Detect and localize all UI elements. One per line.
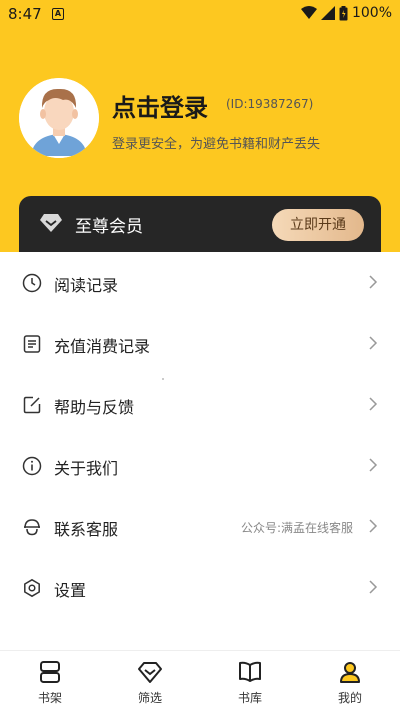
menu-item-reading-history[interactable]: 阅读记录: [0, 252, 400, 313]
wifi-icon: [300, 6, 317, 19]
stray-dot: [162, 378, 164, 380]
diamond-icon: [40, 214, 62, 232]
menu-item-label: 充值消费记录: [54, 337, 151, 356]
diamond-icon: [138, 662, 162, 683]
battery-icon: [339, 5, 348, 20]
vip-card[interactable]: 至尊会员 立即开通: [19, 196, 381, 252]
menu-item-settings[interactable]: 设置: [0, 557, 400, 618]
nav-item-filter[interactable]: 筛选: [100, 651, 200, 711]
menu-list: 阅读记录 充值消费记录 帮助与反馈 关于我们 联系客服 公众号:满孟在线客服 设…: [0, 252, 400, 618]
menu-item-label: 设置: [54, 581, 87, 600]
vip-activate-button[interactable]: 立即开通: [272, 209, 364, 241]
menu-item-label: 联系客服: [54, 520, 119, 539]
nav-item-mine[interactable]: 我的: [300, 651, 400, 711]
menu-item-label: 帮助与反馈: [54, 398, 135, 417]
chevron-right-icon: [369, 580, 378, 594]
login-title[interactable]: 点击登录: [112, 88, 208, 123]
menu-item-label: 关于我们: [54, 459, 119, 478]
menu-item-label: 阅读记录: [54, 276, 119, 295]
status-bar: 8:47 A 100%: [0, 0, 400, 28]
menu-item-customer-service[interactable]: 联系客服 公众号:满孟在线客服: [0, 496, 400, 557]
avatar[interactable]: [19, 78, 99, 158]
status-indicators: 100%: [300, 5, 392, 21]
user-id: (ID:19387267): [226, 97, 314, 111]
chevron-right-icon: [369, 275, 378, 289]
menu-item-help-feedback[interactable]: 帮助与反馈: [0, 374, 400, 435]
notification-icon: A: [52, 8, 64, 20]
menu-item-about-us[interactable]: 关于我们: [0, 435, 400, 496]
receipt-icon: [23, 335, 41, 353]
nav-item-bookshelf[interactable]: 书架: [0, 651, 100, 711]
nav-label: 我的: [337, 691, 362, 705]
user-icon: [340, 662, 360, 683]
info-icon: [22, 456, 42, 476]
nav-item-library[interactable]: 书库: [200, 651, 300, 711]
battery-percent: 100%: [351, 5, 392, 21]
edit-icon: [23, 396, 41, 414]
chevron-right-icon: [369, 519, 378, 533]
signal-icon: [320, 6, 335, 20]
default-avatar-icon: [19, 78, 99, 158]
vip-label: 至尊会员: [75, 217, 143, 237]
book-icon: [239, 661, 261, 682]
customer-service-account: 公众号:满孟在线客服: [240, 521, 353, 535]
headset-icon: [24, 519, 40, 536]
nav-label: 书库: [237, 691, 262, 705]
settings-icon: [24, 578, 40, 598]
clock-icon: [22, 273, 42, 293]
chevron-right-icon: [369, 458, 378, 472]
nav-label: 筛选: [137, 691, 162, 705]
bookshelf-icon: [40, 661, 60, 683]
nav-label: 书架: [37, 691, 62, 705]
chevron-right-icon: [369, 336, 378, 350]
menu-item-recharge-records[interactable]: 充值消费记录: [0, 313, 400, 374]
status-time: 8:47: [8, 5, 42, 23]
bottom-nav: 书架 筛选 书库 我的: [0, 650, 400, 711]
login-subtitle: 登录更安全，为避免书籍和财产丢失: [112, 137, 321, 152]
chevron-right-icon: [369, 397, 378, 411]
